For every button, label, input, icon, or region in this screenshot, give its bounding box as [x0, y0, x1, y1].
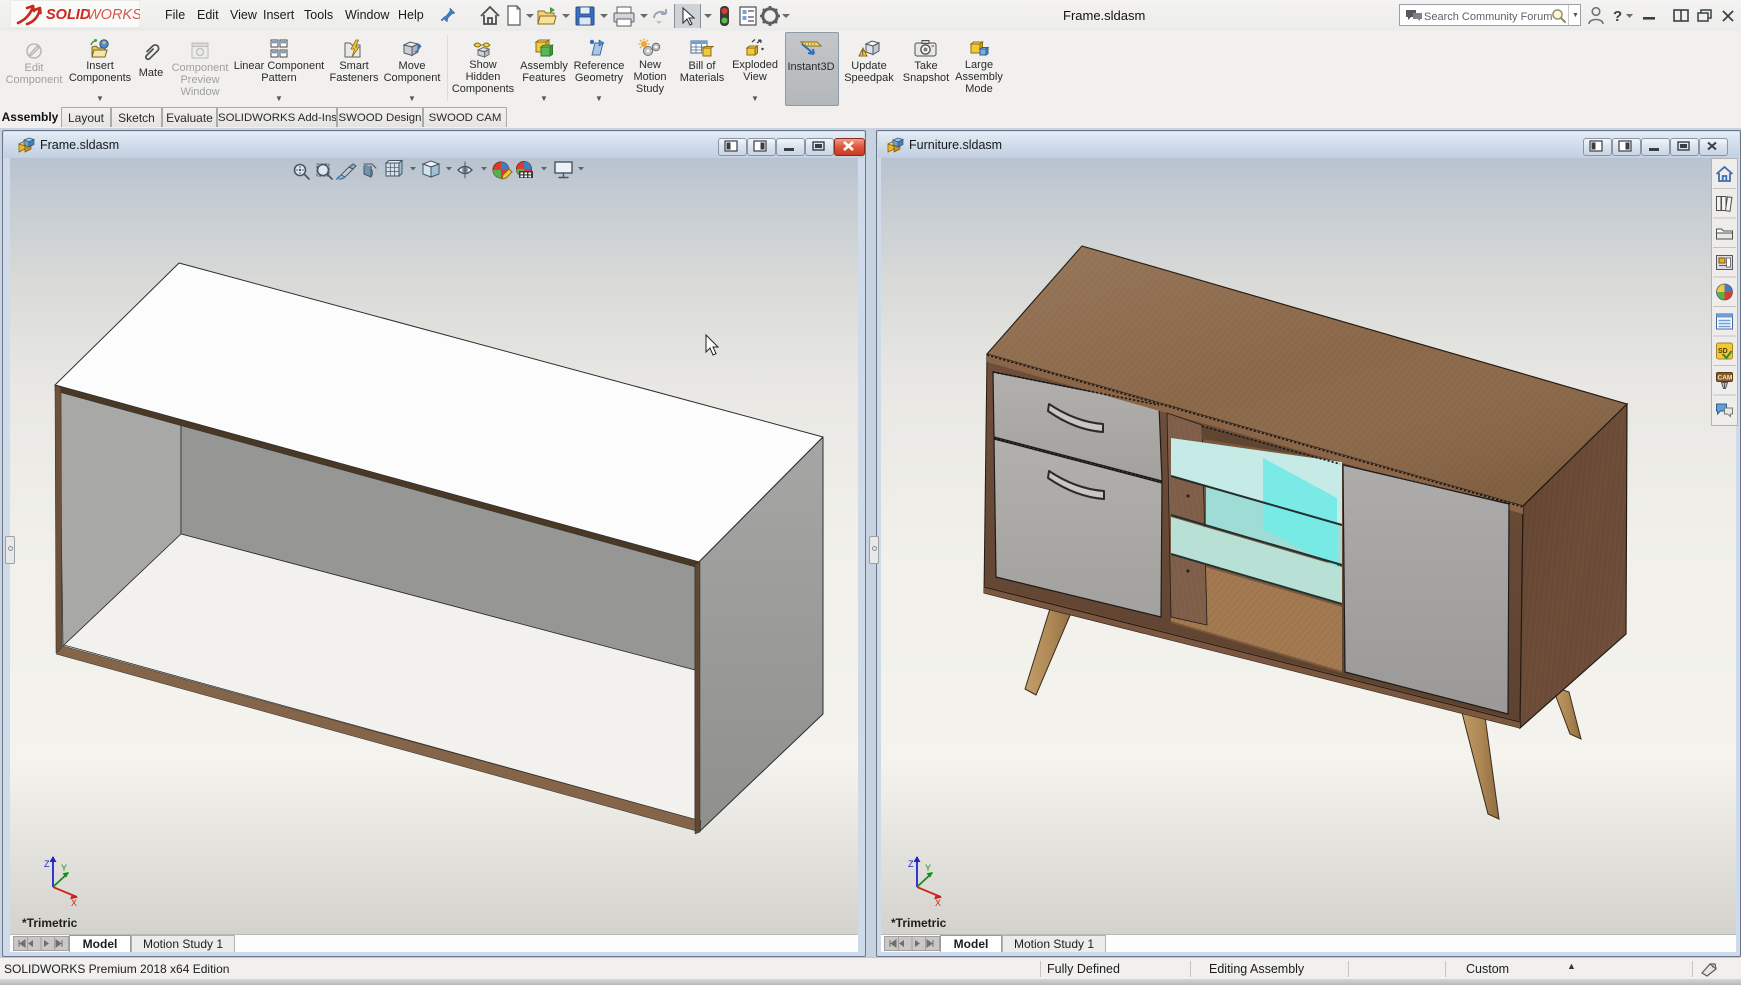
svg-text:X: X	[935, 898, 941, 908]
svg-text:Z: Z	[44, 859, 50, 869]
svg-text:Z: Z	[908, 859, 914, 869]
svg-text:X: X	[71, 898, 77, 908]
svg-text:!: !	[862, 50, 864, 57]
svg-text:Y: Y	[925, 863, 931, 873]
svg-text:Y: Y	[61, 863, 67, 873]
svg-text:WORKS: WORKS	[87, 7, 140, 23]
svg-text:?: ?	[1613, 8, 1622, 25]
svg-text:SOLID: SOLID	[46, 7, 91, 23]
svg-text:CAM: CAM	[1718, 375, 1733, 382]
